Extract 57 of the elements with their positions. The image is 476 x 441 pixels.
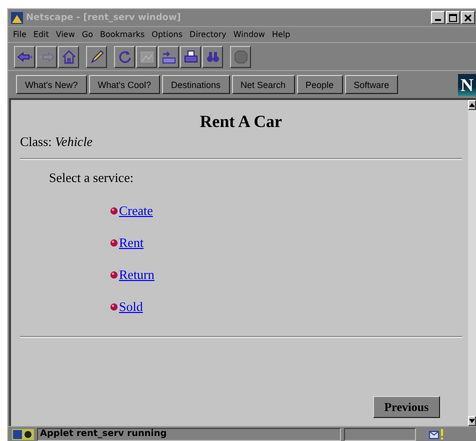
service-link[interactable]: Create [119,202,153,218]
menu-item[interactable]: File [13,30,26,39]
directory-button[interactable]: What's New? [16,75,87,94]
previous-button[interactable]: Previous [373,396,440,418]
menu-item[interactable]: Options [152,30,183,39]
vertical-scrollbar[interactable] [468,100,476,426]
page-heading: Rent A Car [198,112,284,132]
security-icon [12,428,34,440]
bullet-icon [110,270,118,278]
minimize-button[interactable] [431,11,445,24]
toolbar-button[interactable] [114,46,135,68]
logo: N [458,74,476,96]
folder-arrow-icon [160,48,176,64]
close-icon [464,14,472,22]
directory-button[interactable]: Net Search [232,75,295,94]
menu-item[interactable]: Directory [190,30,226,39]
toolbar-button[interactable] [58,46,79,68]
prompt-text: Select a service: [49,170,134,186]
pencil-icon [88,48,104,64]
directory-button[interactable]: What's Cool? [88,75,160,94]
service-link[interactable]: Rent [119,234,144,250]
printer-icon [182,48,198,64]
house-icon [60,48,76,64]
mail-icon [429,428,445,440]
close-button[interactable] [461,11,475,24]
directory-button[interactable]: Destinations [162,75,230,94]
menu-item[interactable]: Window [233,30,265,39]
scroll-up-icon [469,103,475,107]
window-title: Netscape - [rent_serv window] [26,12,182,22]
app-icon [11,12,23,24]
menu-item[interactable]: Help [272,30,290,39]
menu-item[interactable]: Edit [33,30,49,39]
toolbar-button[interactable] [86,46,107,68]
picture-icon [138,48,154,64]
menu-item[interactable]: Go [82,30,93,39]
toolbar-button[interactable] [14,46,35,68]
toolbar-button[interactable] [202,46,223,68]
stop-icon [232,48,248,64]
bullet-icon [110,206,118,214]
bullet-icon [110,302,118,310]
scroll-down-icon [469,419,475,423]
service-link[interactable]: Sold [119,298,143,314]
bullet-icon [110,238,118,246]
circular-arrow-icon [116,48,132,64]
directory-button[interactable]: Software [344,75,398,94]
toolbar-button[interactable] [158,46,179,68]
maximize-button[interactable] [446,11,460,24]
class-label: Class: Vehicle [20,134,94,150]
service-link[interactable]: Return [119,266,154,282]
maximize-icon [449,14,457,22]
progress-panel [344,428,416,440]
menu-item[interactable]: View [56,30,75,39]
status-message: Applet rent_serv running [37,428,341,440]
toolbar-button[interactable] [180,46,201,68]
minimize-icon [435,19,441,21]
directory-button[interactable]: People [296,75,343,94]
menu-item[interactable]: Bookmarks [100,30,145,39]
